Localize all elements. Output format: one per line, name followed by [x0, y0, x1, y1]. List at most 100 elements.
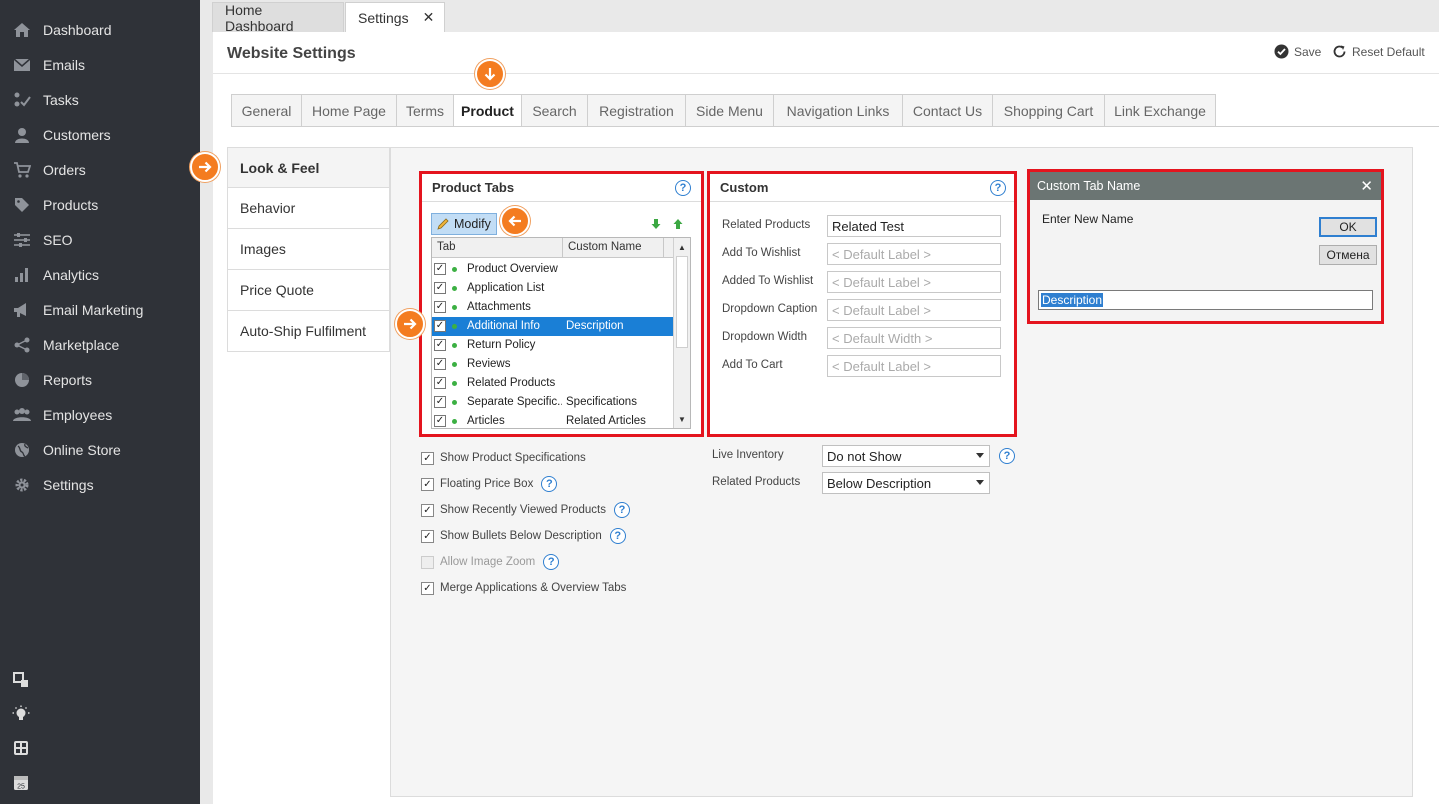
option-checkbox[interactable]: ✓ Show Bullets Below Description? [421, 528, 626, 544]
subnav-item-look-feel[interactable]: Look & Feel [227, 147, 390, 188]
tab-navigation-links[interactable]: Navigation Links [773, 94, 903, 127]
table-row[interactable]: ✓ Reviews [432, 355, 674, 374]
sidebar-item-analytics[interactable]: Analytics [0, 257, 200, 292]
checkbox[interactable]: ✓ [421, 503, 434, 517]
checkbox[interactable]: ✓ [421, 451, 434, 465]
reset-default-button[interactable]: Reset Default [1332, 44, 1425, 59]
sidebar-item-label: Analytics [43, 266, 100, 283]
help-icon[interactable]: ? [543, 554, 560, 570]
row-checkbox[interactable]: ✓ [434, 339, 446, 351]
table-row[interactable]: ✓ Additional Info Description [432, 317, 674, 336]
subnav-item-price-quote[interactable]: Price Quote [227, 270, 390, 311]
scroll-up-icon[interactable]: ▲ [674, 239, 690, 255]
help-icon[interactable]: ? [999, 448, 1015, 464]
sidebar-item-seo[interactable]: SEO [0, 222, 200, 257]
sidebar-item-products[interactable]: Products [0, 187, 200, 222]
share-icon [12, 335, 32, 355]
tab-search[interactable]: Search [521, 94, 588, 127]
tab-registration[interactable]: Registration [587, 94, 686, 127]
close-icon[interactable]: ✕ [423, 9, 435, 26]
row-checkbox[interactable]: ✓ [434, 415, 446, 427]
table-row[interactable]: ✓ Separate Specific... Specifications [432, 393, 674, 412]
row-checkbox[interactable]: ✓ [434, 320, 446, 332]
row-checkbox[interactable]: ✓ [434, 358, 446, 370]
close-icon[interactable]: ✕ [1360, 177, 1373, 195]
tab-terms[interactable]: Terms [396, 94, 454, 127]
option-checkbox[interactable]: ✓ Merge Applications & Overview Tabs [421, 580, 626, 596]
row-checkbox[interactable]: ✓ [434, 263, 446, 275]
field-input[interactable]: < Default Label > [827, 299, 1001, 321]
field-input[interactable]: < Default Width > [827, 327, 1001, 349]
table-row[interactable]: ✓ Product Overview [432, 260, 674, 279]
help-icon[interactable]: ? [614, 502, 630, 518]
page-header: Website Settings Save Reset Default [213, 32, 1439, 74]
sidebar-item-employees[interactable]: Employees [0, 397, 200, 432]
subnav-item-auto-ship-fulfilment[interactable]: Auto-Ship Fulfilment [227, 311, 390, 352]
option-checkbox[interactable]: ✓ Show Product Specifications [421, 450, 586, 466]
checkbox[interactable]: ✓ [421, 581, 434, 595]
sidebar-item-online-store[interactable]: Online Store [0, 432, 200, 467]
row-checkbox[interactable]: ✓ [434, 396, 446, 408]
option-checkbox[interactable]: ✓ Show Recently Viewed Products? [421, 502, 630, 518]
pie-chart-icon [12, 370, 32, 390]
tab-general[interactable]: General [231, 94, 302, 127]
help-icon[interactable]: ? [541, 476, 558, 492]
tab-home-dashboard[interactable]: Home Dashboard [212, 2, 344, 34]
column-header-custom-name[interactable]: Custom Name [562, 238, 664, 258]
column-header-tab[interactable]: Tab [437, 241, 456, 253]
cancel-button[interactable]: Отмена [1319, 245, 1377, 265]
row-checkbox[interactable]: ✓ [434, 301, 446, 313]
select-dropdown[interactable]: Below Description [822, 472, 990, 494]
calculator-icon[interactable] [12, 739, 30, 757]
sidebar-item-marketplace[interactable]: Marketplace [0, 327, 200, 362]
table-row[interactable]: ✓ Return Policy [432, 336, 674, 355]
sidebar-item-orders[interactable]: Orders [0, 152, 200, 187]
sidebar-item-tasks[interactable]: Tasks [0, 82, 200, 117]
new-name-input[interactable]: Description [1038, 290, 1373, 310]
checkbox[interactable]: ✓ [421, 477, 434, 491]
table-row[interactable]: ✓ Attachments [432, 298, 674, 317]
help-icon[interactable]: ? [990, 180, 1006, 196]
lightbulb-icon[interactable] [12, 705, 30, 723]
field-input[interactable]: < Default Label > [827, 243, 1001, 265]
ok-button[interactable]: OK [1319, 217, 1377, 237]
calendar-icon[interactable]: 25 [12, 773, 30, 791]
status-dot-icon [452, 362, 457, 367]
field-input[interactable]: Related Test [827, 215, 1001, 237]
tab-contact-us[interactable]: Contact Us [902, 94, 993, 127]
sidebar-item-dashboard[interactable]: Dashboard [0, 12, 200, 47]
windows-icon[interactable] [12, 671, 30, 689]
tab-settings[interactable]: Settings ✕ [345, 2, 445, 32]
tab-side-menu[interactable]: Side Menu [685, 94, 774, 127]
sidebar-item-settings[interactable]: Settings [0, 467, 200, 502]
row-checkbox[interactable]: ✓ [434, 377, 446, 389]
row-checkbox[interactable]: ✓ [434, 282, 446, 294]
checkbox[interactable]: ✓ [421, 529, 434, 543]
sidebar-item-reports[interactable]: Reports [0, 362, 200, 397]
field-input[interactable]: < Default Label > [827, 271, 1001, 293]
select-dropdown[interactable]: Do not Show [822, 445, 990, 467]
modify-button[interactable]: Modify [431, 213, 497, 235]
field-input[interactable]: < Default Label > [827, 355, 1001, 377]
tab-link-exchange[interactable]: Link Exchange [1104, 94, 1216, 127]
table-row[interactable]: ✓ Application List [432, 279, 674, 298]
sidebar-item-email-marketing[interactable]: Email Marketing [0, 292, 200, 327]
scroll-thumb[interactable] [676, 256, 688, 348]
tab-product[interactable]: Product [453, 94, 522, 127]
sidebar-item-customers[interactable]: Customers [0, 117, 200, 152]
help-icon[interactable]: ? [609, 528, 626, 544]
tab-shopping-cart[interactable]: Shopping Cart [992, 94, 1105, 127]
grid-scrollbar[interactable]: ▲ ▼ [673, 238, 690, 428]
option-checkbox[interactable]: ✓ Floating Price Box? [421, 476, 558, 492]
tab-home-page[interactable]: Home Page [301, 94, 397, 127]
move-up-icon[interactable] [672, 218, 684, 233]
table-row[interactable]: ✓ Related Products [432, 374, 674, 393]
table-row[interactable]: ✓ Articles Related Articles [432, 412, 674, 428]
help-icon[interactable]: ? [675, 180, 691, 196]
save-button[interactable]: Save [1274, 44, 1321, 59]
move-down-icon[interactable] [650, 218, 662, 233]
sidebar-item-emails[interactable]: Emails [0, 47, 200, 82]
scroll-down-icon[interactable]: ▼ [674, 411, 690, 427]
subnav-item-images[interactable]: Images [227, 229, 390, 270]
subnav-item-behavior[interactable]: Behavior [227, 188, 390, 229]
